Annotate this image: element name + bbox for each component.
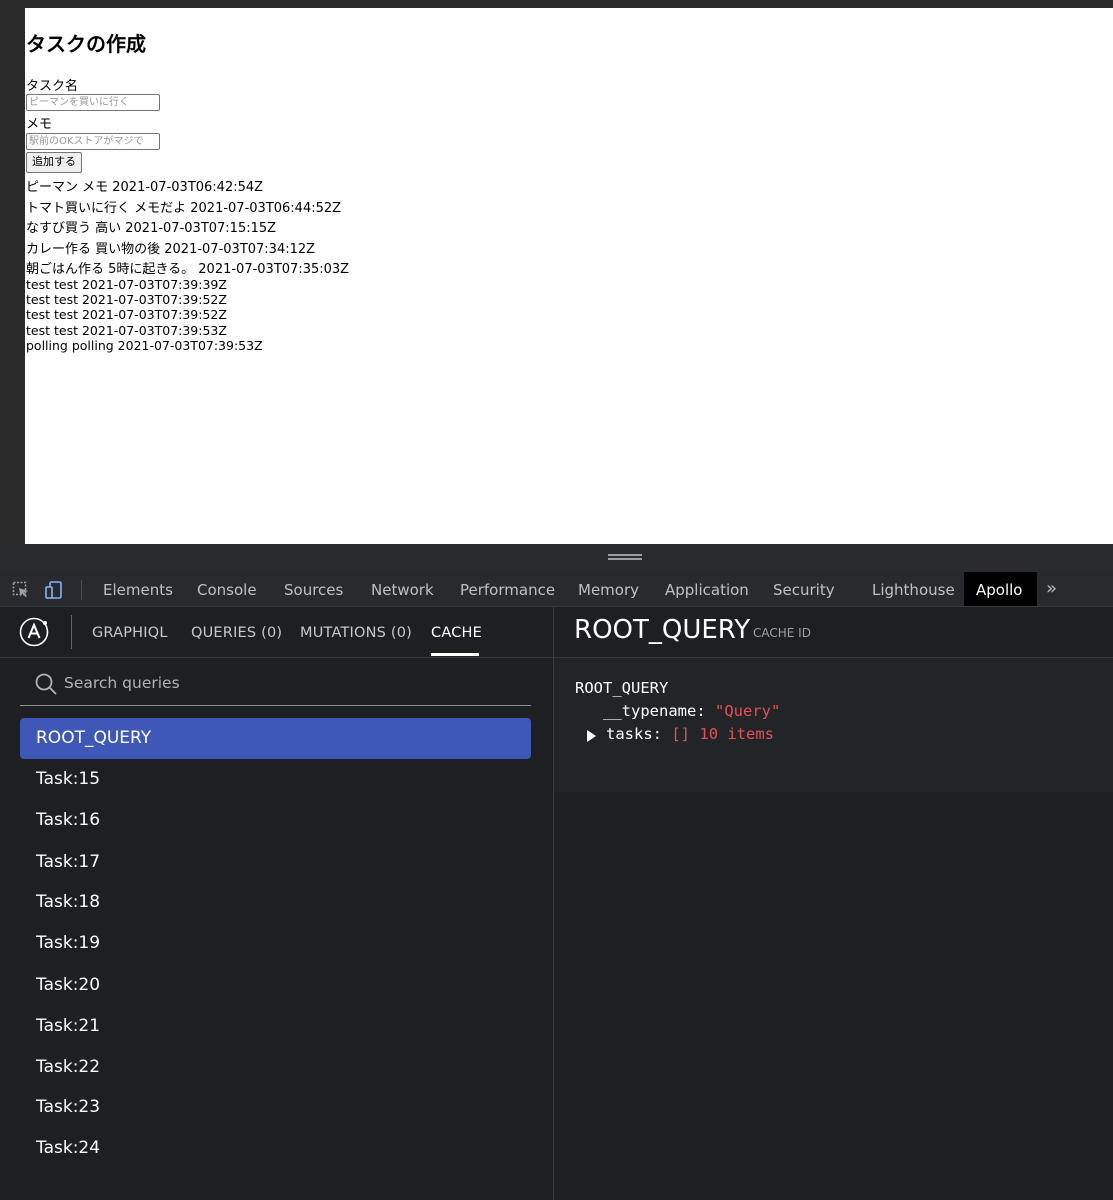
search-icon <box>35 673 57 695</box>
cache-id-label: CACHE ID <box>753 626 811 640</box>
cache-key-item[interactable]: Task:22 <box>20 1047 531 1088</box>
cache-key-item[interactable]: Task:21 <box>20 1006 531 1047</box>
cache-key-item[interactable]: Task:16 <box>20 800 531 841</box>
task-item: test test 2021-07-03T07:39:52Z <box>26 307 227 322</box>
task-item: test test 2021-07-03T07:39:52Z <box>26 292 227 307</box>
memo-label: メモ <box>26 117 53 132</box>
cache-detail-panel: ROOT_QUERY CACHE ID ROOT_QUERY __typenam… <box>554 607 1113 1200</box>
cache-key-item[interactable]: ROOT_QUERY <box>20 718 531 759</box>
tab-elements[interactable]: Elements <box>91 572 185 606</box>
tab-queries[interactable]: QUERIES (0) <box>191 625 282 641</box>
search-input[interactable]: Search queries <box>20 665 531 706</box>
cache-key-item[interactable]: Task:20 <box>20 965 531 1006</box>
object-field-tasks[interactable]: tasks: [] 10 items <box>606 725 774 743</box>
page-heading: タスクの作成 <box>26 32 146 56</box>
devtools-resize-bar[interactable] <box>0 544 1113 572</box>
task-name-label: タスク名 <box>26 79 79 94</box>
apollo-sidebar: GRAPHIQL QUERIES (0) MUTATIONS (0) CACHE… <box>0 607 554 1200</box>
app-page: タスクの作成 タスク名 ピーマンを買いに行く メモ 駅前のOKストアがマジで 追… <box>25 8 1113 544</box>
tab-divider <box>81 580 82 600</box>
cache-key-item[interactable]: Task:15 <box>20 759 531 800</box>
window-top-bar <box>0 0 1113 8</box>
cache-key-item[interactable]: Task:24 <box>20 1128 531 1169</box>
task-item: test test 2021-07-03T07:39:53Z <box>26 323 227 338</box>
task-item: test test 2021-07-03T07:39:39Z <box>26 277 227 292</box>
detail-title: ROOT_QUERY <box>574 615 751 645</box>
task-item: 朝ごはん作る 5時に起きる。 2021-07-03T07:35:03Z <box>26 262 350 277</box>
tab-memory[interactable]: Memory <box>566 572 651 606</box>
field-value: "Query" <box>715 702 781 720</box>
tab-application[interactable]: Application <box>653 572 761 606</box>
object-field-typename: __typename: "Query" <box>603 702 780 720</box>
more-tabs-icon[interactable]: » <box>1046 572 1057 606</box>
apollo-logo-icon <box>19 617 49 647</box>
devtools-tab-bar: Elements Console Sources Network Perform… <box>0 572 1113 607</box>
tab-network[interactable]: Network <box>359 572 446 606</box>
memo-input[interactable]: 駅前のOKストアがマジで <box>26 133 160 150</box>
field-key: tasks: <box>606 725 662 743</box>
tab-cache[interactable]: CACHE <box>431 625 482 641</box>
tab-graphiql[interactable]: GRAPHIQL <box>92 625 168 641</box>
task-name-input[interactable]: ピーマンを買いに行く <box>26 94 160 111</box>
search-placeholder: Search queries <box>64 674 180 692</box>
tab-apollo[interactable]: Apollo <box>964 572 1037 606</box>
tab-sources[interactable]: Sources <box>272 572 355 606</box>
inspect-element-icon[interactable] <box>12 581 30 599</box>
active-tab-indicator <box>431 653 479 656</box>
cache-key-item[interactable]: Task:17 <box>20 842 531 883</box>
detail-header: ROOT_QUERY CACHE ID <box>554 607 1113 658</box>
tab-lighthouse[interactable]: Lighthouse <box>860 572 967 606</box>
task-item: ピーマン メモ 2021-07-03T06:42:54Z <box>26 180 264 195</box>
array-count: 10 items <box>699 725 775 743</box>
array-brackets: [] <box>671 725 691 743</box>
tab-security[interactable]: Security <box>761 572 847 606</box>
viewport-gutter <box>0 8 25 544</box>
tab-performance[interactable]: Performance <box>448 572 567 606</box>
task-item: polling polling 2021-07-03T07:39:53Z <box>26 338 263 353</box>
expand-arrow-icon[interactable] <box>587 730 596 742</box>
cache-key-item[interactable]: Task:19 <box>20 923 531 964</box>
device-toolbar-icon[interactable] <box>45 581 63 599</box>
cache-key-item[interactable]: Task:18 <box>20 882 531 923</box>
field-key: __typename: <box>603 702 706 720</box>
task-item: カレー作る 買い物の後 2021-07-03T07:34:12Z <box>26 242 316 257</box>
tab-mutations[interactable]: MUTATIONS (0) <box>300 625 412 641</box>
cache-object-view: ROOT_QUERY __typename: "Query" tasks: []… <box>554 658 1113 792</box>
apollo-nav: GRAPHIQL QUERIES (0) MUTATIONS (0) CACHE <box>0 607 553 658</box>
object-root-key: ROOT_QUERY <box>575 679 669 697</box>
resize-grip-icon[interactable] <box>608 554 642 560</box>
add-task-button[interactable]: 追加する <box>26 152 82 173</box>
task-item: トマト買いに行く メモだよ 2021-07-03T06:44:52Z <box>26 201 342 216</box>
cache-key-item[interactable]: Task:23 <box>20 1087 531 1128</box>
nav-divider <box>71 615 72 649</box>
tab-console[interactable]: Console <box>185 572 269 606</box>
task-item: なすび買う 高い 2021-07-03T07:15:15Z <box>26 221 277 236</box>
